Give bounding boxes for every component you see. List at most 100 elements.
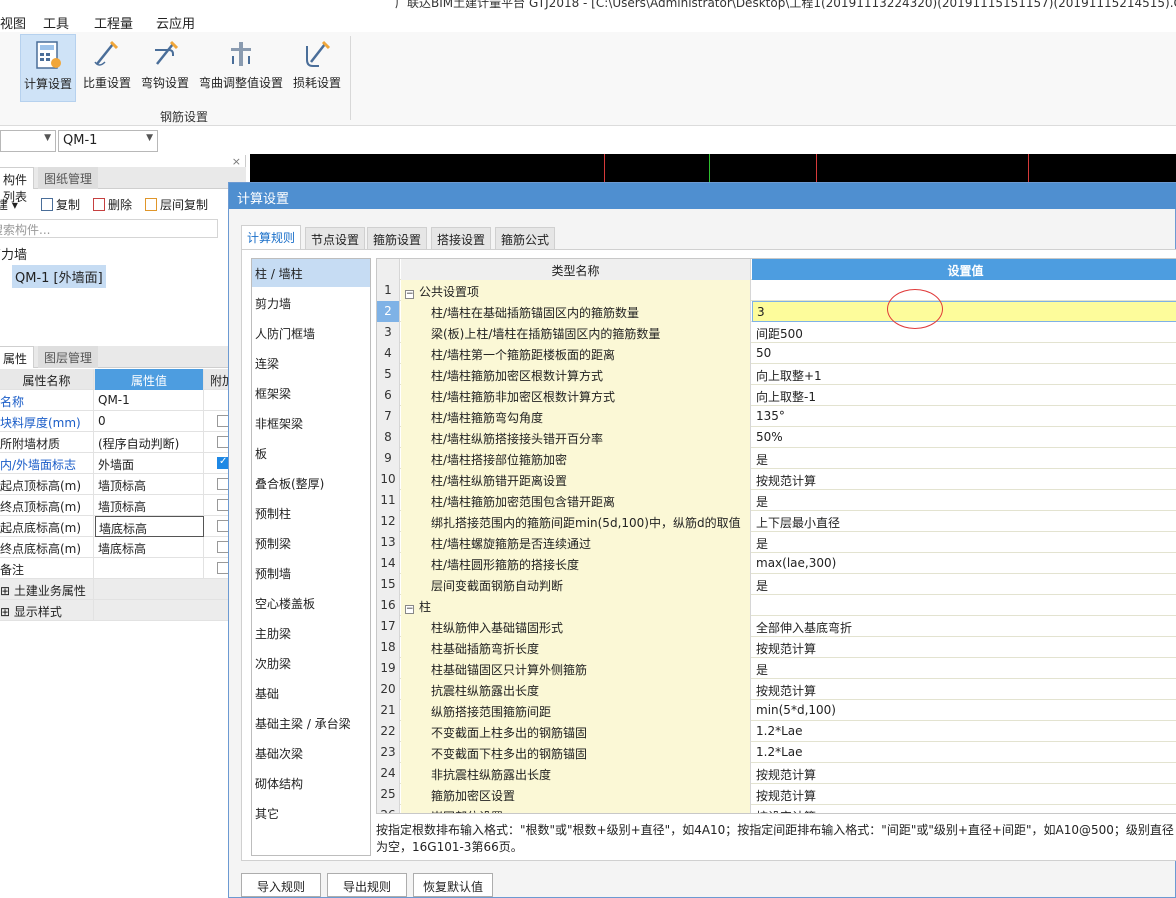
grid-row[interactable]: 12 绑扎搭接范围内的箍筋间距min(5d,100)中，纵筋d的取值 上下层最小直径	[377, 511, 1176, 532]
new-button[interactable]: 新建 ▾	[0, 196, 18, 213]
row-setting-value[interactable]: 是	[752, 448, 1176, 469]
tab-node-settings[interactable]: 节点设置	[305, 227, 366, 249]
grid-row[interactable]: 20 抗震柱纵筋露出长度 按规范计算	[377, 679, 1176, 700]
weight-settings-button[interactable]: 比重设置	[80, 34, 134, 102]
component-selector[interactable]: QM-1 ▼	[58, 130, 158, 152]
grid-row[interactable]: 25 箍筋加密区设置 按规范计算	[377, 784, 1176, 805]
tree-item-qm1[interactable]: QM-1 [外墙面]	[12, 265, 106, 288]
row-setting-value[interactable]: 是	[752, 574, 1176, 595]
grid-section-row[interactable]: 1− 公共设置项	[377, 280, 1176, 301]
grid-section-row[interactable]: 16− 柱	[377, 595, 1176, 616]
grid-row[interactable]: 8 柱/墙柱纵筋搭接接头错开百分率 50%	[377, 427, 1176, 448]
row-setting-value[interactable]: 是	[752, 532, 1176, 553]
category-item[interactable]: 基础	[252, 679, 370, 707]
row-setting-value[interactable]: 135°	[752, 406, 1176, 427]
category-item[interactable]: 非框架梁	[252, 409, 370, 437]
row-setting-value[interactable]: 1.2*Lae	[752, 721, 1176, 742]
drawing-canvas[interactable]	[250, 154, 1176, 182]
export-rules-button[interactable]: 导出规则	[327, 873, 407, 897]
grid-row[interactable]: 5 柱/墙柱箍筋加密区根数计算方式 向上取整+1	[377, 364, 1176, 385]
row-setting-value[interactable]	[752, 595, 1176, 616]
expand-plus-icon[interactable]: ⊞	[0, 605, 10, 619]
category-item[interactable]: 板	[252, 439, 370, 467]
category-item[interactable]: 叠合板(整厚)	[252, 469, 370, 497]
bend-adjust-settings-button[interactable]: 弯曲调整值设置	[196, 34, 286, 102]
category-item[interactable]: 框架梁	[252, 379, 370, 407]
grid-row[interactable]: 14 柱/墙柱圆形箍筋的搭接长度 max(lae,300)	[377, 553, 1176, 574]
grid-row[interactable]: 9 柱/墙柱搭接部位箍筋加密是	[377, 448, 1176, 469]
property-row[interactable]: 所附墙材质 (程序自动判断)	[0, 432, 246, 453]
row-setting-value[interactable]: 向上取整+1	[752, 364, 1176, 385]
floor-copy-button[interactable]: 层间复制	[145, 196, 208, 213]
hook-settings-button[interactable]: 弯钩设置	[138, 34, 192, 102]
menu-cloud[interactable]: 云应用	[156, 13, 195, 32]
row-setting-value[interactable]: 按规范计算	[752, 763, 1176, 784]
property-group-display[interactable]: ⊞ 显示样式	[0, 600, 246, 621]
grid-row[interactable]: 22 不变截面上柱多出的钢筋锚固 1.2*Lae	[377, 721, 1176, 742]
grid-row[interactable]: 26嵌固部位设置按设定计算	[377, 805, 1176, 813]
menu-tools[interactable]: 工具	[43, 13, 69, 32]
grid-row[interactable]: 13 柱/墙柱螺旋箍筋是否连续通过是	[377, 532, 1176, 553]
row-setting-value[interactable]: min(5*d,100)	[752, 700, 1176, 721]
property-row[interactable]: 终点底标高(m) 墙底标高	[0, 537, 246, 558]
property-row[interactable]: 名称 QM-1	[0, 390, 246, 411]
row-setting-value[interactable]	[752, 280, 1176, 301]
row-setting-value[interactable]: 50%	[752, 427, 1176, 448]
collapse-minus-icon[interactable]: −	[405, 605, 414, 614]
tab-component-list[interactable]: 构件列表	[0, 167, 34, 204]
row-setting-value[interactable]: 按设定计算	[752, 805, 1176, 813]
grid-row[interactable]: 17 柱纵筋伸入基础锚固形式 全部伸入基底弯折	[377, 616, 1176, 637]
row-setting-value[interactable]: max(lae,300)	[752, 553, 1176, 574]
component-search-input[interactable]: 搜索构件...	[0, 219, 218, 238]
tree-root[interactable]: 剪力墙	[0, 244, 27, 263]
grid-row[interactable]: 4 柱/墙柱第一个箍筋距楼板面的距离 50	[377, 343, 1176, 364]
category-item[interactable]: 基础次梁	[252, 739, 370, 767]
row-setting-value[interactable]: 3	[752, 301, 1176, 322]
collapse-minus-icon[interactable]: −	[405, 290, 414, 299]
grid-row[interactable]: 15 层间变截面钢筋自动判断是	[377, 574, 1176, 595]
tab-layer-management[interactable]: 图层管理	[38, 346, 99, 368]
grid-row[interactable]: 10 柱/墙柱纵筋错开距离设置 按规范计算	[377, 469, 1176, 490]
row-setting-value[interactable]: 按规范计算	[752, 637, 1176, 658]
grid-row[interactable]: 7 柱/墙柱箍筋弯勾角度 135°	[377, 406, 1176, 427]
property-row[interactable]: 起点顶标高(m) 墙顶标高	[0, 474, 246, 495]
tab-lap-settings[interactable]: 搭接设置	[431, 227, 492, 249]
property-row[interactable]: 起点底标高(m) 墙底标高	[0, 516, 246, 537]
category-item[interactable]: 砌体结构	[252, 769, 370, 797]
row-setting-value[interactable]: 是	[752, 658, 1176, 679]
grid-row[interactable]: 23 不变截面下柱多出的钢筋锚固 1.2*Lae	[377, 742, 1176, 763]
property-row[interactable]: 终点顶标高(m) 墙顶标高	[0, 495, 246, 516]
tab-stirrup-settings[interactable]: 箍筋设置	[367, 227, 428, 249]
tab-drawing-management[interactable]: 图纸管理	[38, 167, 99, 189]
category-item[interactable]: 次肋梁	[252, 649, 370, 677]
row-setting-value[interactable]: 按规范计算	[752, 679, 1176, 700]
category-item[interactable]: 基础主梁 / 承台梁	[252, 709, 370, 737]
row-setting-value[interactable]: 间距500	[752, 322, 1176, 343]
loss-settings-button[interactable]: 损耗设置	[290, 34, 344, 102]
grid-row[interactable]: 19 柱基础锚固区只计算外侧箍筋是	[377, 658, 1176, 679]
row-setting-value[interactable]: 1.2*Lae	[752, 742, 1176, 763]
property-row[interactable]: 内/外墙面标志 外墙面	[0, 453, 246, 474]
row-setting-value[interactable]: 向上取整-1	[752, 385, 1176, 406]
tab-calc-rules[interactable]: 计算规则	[241, 225, 302, 249]
grid-row[interactable]: 24 非抗震柱纵筋露出长度 按规范计算	[377, 763, 1176, 784]
grid-row[interactable]: 2 柱/墙柱在基础插筋锚固区内的箍筋数量 3	[377, 301, 1176, 322]
category-item[interactable]: 预制墙	[252, 559, 370, 587]
grid-row[interactable]: 11 柱/墙柱箍筋加密范围包含错开距离是	[377, 490, 1176, 511]
property-row[interactable]: 备注	[0, 558, 246, 579]
row-setting-value[interactable]: 是	[752, 490, 1176, 511]
property-row[interactable]: 块料厚度(mm) 0	[0, 411, 246, 432]
grid-row[interactable]: 6 柱/墙柱箍筋非加密区根数计算方式 向上取整-1	[377, 385, 1176, 406]
copy-button[interactable]: 复制	[41, 196, 80, 213]
category-item[interactable]: 剪力墙	[252, 289, 370, 317]
category-item[interactable]: 其它	[252, 799, 370, 827]
import-rules-button[interactable]: 导入规则	[241, 873, 321, 897]
category-item[interactable]: 连梁	[252, 349, 370, 377]
category-item[interactable]: 人防门框墙	[252, 319, 370, 347]
tab-stirrup-formula[interactable]: 箍筋公式	[495, 227, 556, 249]
menu-quantity[interactable]: 工程量	[94, 13, 133, 32]
grid-row[interactable]: 21 纵筋搭接范围箍筋间距 min(5*d,100)	[377, 700, 1176, 721]
restore-defaults-button[interactable]: 恢复默认值	[413, 873, 493, 897]
row-setting-value[interactable]: 按规范计算	[752, 784, 1176, 805]
row-setting-value[interactable]: 全部伸入基底弯折	[752, 616, 1176, 637]
